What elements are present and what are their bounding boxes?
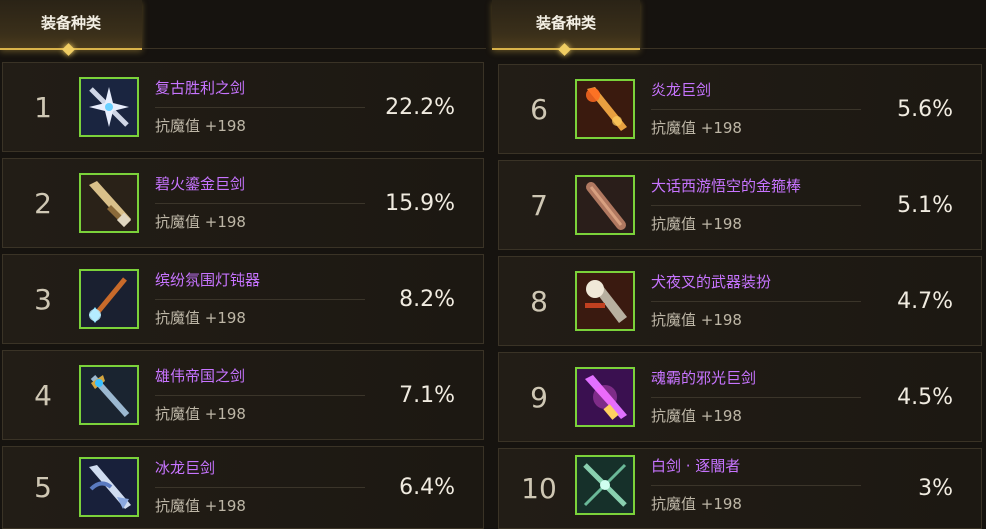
list-item[interactable]: 1 复古胜利之剑 抗魔值 +198 22.2%	[2, 62, 484, 152]
list-item[interactable]: 10 白剑 · 逐闇者 抗魔值 +198 3%	[498, 448, 982, 529]
rank-number: 6	[530, 92, 548, 126]
item-name: 魂霸的邪光巨剑	[651, 369, 757, 387]
golden-sword-icon	[79, 173, 139, 233]
list-item[interactable]: 5 冰龙巨剑 抗魔值 +198 6.4%	[2, 446, 484, 529]
usage-percent: 7.1%	[399, 382, 455, 408]
equipment-ranking-panel-right: 装备种类 6 炎龙巨剑 抗魔值 +198 5.6% 7 大话西游悟空的金箍棒 抗…	[492, 0, 986, 529]
ice-dragon-sword-icon	[79, 457, 139, 517]
item-stat: 抗魔值 +198	[651, 407, 742, 425]
usage-percent: 5.6%	[897, 96, 953, 122]
list-item[interactable]: 9 魂霸的邪光巨剑 抗魔值 +198 4.5%	[498, 352, 982, 442]
item-name: 大话西游悟空的金箍棒	[651, 177, 802, 195]
usage-percent: 22.2%	[385, 94, 455, 120]
tab-label: 装备种类	[535, 14, 596, 32]
empire-sword-icon	[79, 365, 139, 425]
fang-sword-icon	[575, 271, 635, 331]
list-item[interactable]: 8 犬夜叉的武器装扮 抗魔值 +198 4.7%	[498, 256, 982, 346]
list-item[interactable]: 3 缤纷氛围灯钝器 抗魔值 +198 8.2%	[2, 254, 484, 344]
equipment-type-tab[interactable]: 装备种类	[492, 0, 640, 56]
tab-indicator-icon	[558, 43, 571, 56]
golden-staff-icon	[575, 175, 635, 235]
usage-percent: 4.5%	[897, 384, 953, 410]
item-stat: 抗魔值 +198	[155, 213, 246, 231]
row-divider	[651, 109, 861, 110]
item-stat: 抗魔值 +198	[155, 405, 246, 423]
item-stat: 抗魔值 +198	[651, 495, 742, 513]
equipment-ranking-panel-left: 装备种类 1 复古胜利之剑 抗魔值 +198 22.2% 2 碧火鎏金巨剑 抗魔…	[0, 0, 486, 529]
evil-light-sword-icon	[575, 367, 635, 427]
tab-label: 装备种类	[40, 14, 101, 32]
equipment-type-tab[interactable]: 装备种类	[0, 0, 142, 56]
list-item[interactable]: 2 碧火鎏金巨剑 抗魔值 +198 15.9%	[2, 158, 484, 248]
flame-dragon-sword-icon	[575, 79, 635, 139]
list-item[interactable]: 6 炎龙巨剑 抗魔值 +198 5.6%	[498, 64, 982, 154]
usage-percent: 8.2%	[399, 286, 455, 312]
item-name: 复古胜利之剑	[155, 79, 246, 97]
item-stat: 抗魔值 +198	[651, 215, 742, 233]
item-name: 缤纷氛围灯钝器	[155, 271, 261, 289]
item-name: 雄伟帝国之剑	[155, 367, 246, 385]
item-name: 白剑 · 逐闇者	[651, 457, 741, 475]
rank-number: 1	[34, 90, 52, 124]
header-divider	[640, 48, 986, 49]
row-divider	[651, 301, 861, 302]
row-divider	[155, 203, 365, 204]
row-divider	[155, 395, 365, 396]
rank-number: 3	[34, 282, 52, 316]
row-divider	[155, 107, 365, 108]
row-divider	[155, 299, 365, 300]
tab-indicator-icon	[62, 43, 75, 56]
item-name: 炎龙巨剑	[651, 81, 712, 99]
item-stat: 抗魔值 +198	[651, 311, 742, 329]
lamp-mace-icon	[79, 269, 139, 329]
row-divider	[651, 397, 861, 398]
header-divider	[142, 48, 486, 49]
row-divider	[651, 485, 861, 486]
list-item[interactable]: 4 雄伟帝国之剑 抗魔值 +198 7.1%	[2, 350, 484, 440]
item-name: 冰龙巨剑	[155, 459, 216, 477]
item-stat: 抗魔值 +198	[155, 497, 246, 515]
rank-number: 2	[34, 186, 52, 220]
white-sword-icon	[575, 455, 635, 515]
star-sword-icon	[79, 77, 139, 137]
row-divider	[155, 487, 365, 488]
usage-percent: 3%	[918, 476, 953, 501]
usage-percent: 5.1%	[897, 192, 953, 218]
row-divider	[651, 205, 861, 206]
usage-percent: 4.7%	[897, 288, 953, 314]
usage-percent: 6.4%	[399, 475, 455, 500]
rank-number: 7	[530, 188, 548, 222]
item-name: 碧火鎏金巨剑	[155, 175, 246, 193]
list-item[interactable]: 7 大话西游悟空的金箍棒 抗魔值 +198 5.1%	[498, 160, 982, 250]
usage-percent: 15.9%	[385, 190, 455, 216]
item-name: 犬夜叉的武器装扮	[651, 273, 772, 291]
rank-number: 8	[530, 284, 548, 318]
item-stat: 抗魔值 +198	[155, 117, 246, 135]
item-stat: 抗魔值 +198	[651, 119, 742, 137]
rank-number: 5	[34, 471, 52, 504]
rank-number: 10	[521, 472, 557, 505]
rank-number: 9	[530, 380, 548, 414]
rank-number: 4	[34, 378, 52, 412]
item-stat: 抗魔值 +198	[155, 309, 246, 327]
